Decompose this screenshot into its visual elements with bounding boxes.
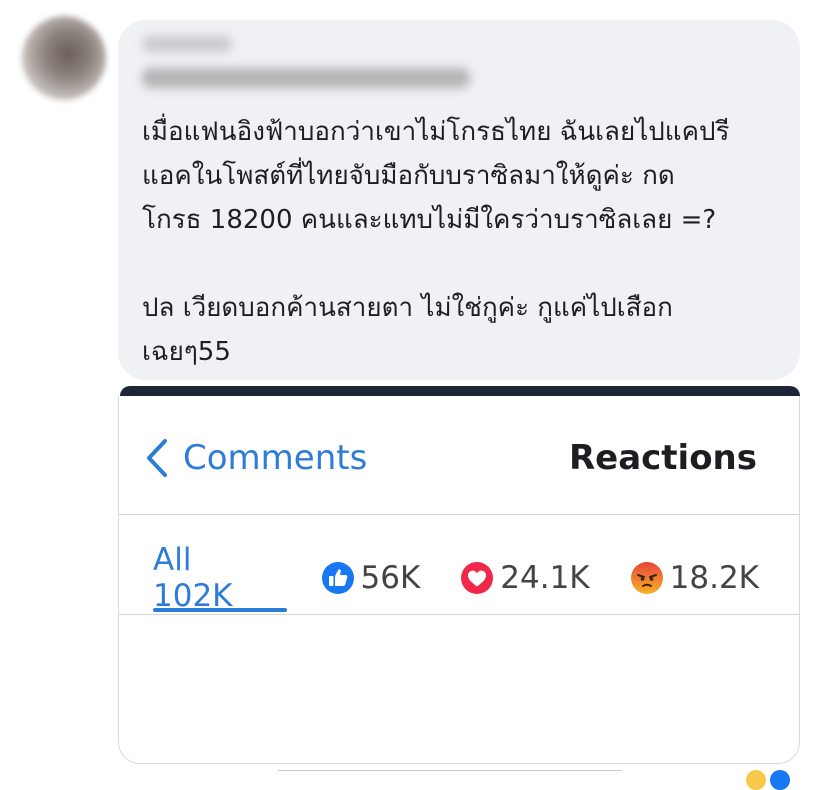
comment-line: ปล เวียดบอกค้านสายตา ไม่ใช่กูค่ะ กูแค่ไป… (142, 293, 673, 323)
tab-like[interactable]: 56K (321, 560, 421, 596)
active-tab-indicator (153, 608, 287, 612)
tab-love[interactable]: 24.1K (460, 560, 590, 596)
like-icon (321, 562, 354, 594)
back-button[interactable]: Comments (145, 436, 367, 480)
divider (119, 614, 799, 615)
back-label: Comments (183, 438, 368, 478)
comment-line: เมื่อแฟนอิงฟ้าบอกว่าเขาไม่โกรธไทย ฉันเลย… (142, 117, 730, 147)
tab-all[interactable]: All 102K (153, 542, 281, 614)
divider (119, 514, 799, 515)
love-icon (461, 562, 494, 594)
page-title: Reactions (568, 438, 757, 478)
tab-all-label: All 102K (153, 542, 233, 614)
tab-love-count: 24.1K (500, 560, 590, 596)
blurred-author-name[interactable] (142, 68, 470, 88)
tab-angry[interactable]: 18.2K (630, 560, 759, 596)
footer-divider (278, 770, 622, 771)
reaction-summary-icon[interactable] (746, 770, 766, 790)
avatar[interactable] (22, 16, 106, 100)
comment-line: เฉยๆ55 (142, 337, 231, 367)
angry-icon (630, 562, 663, 594)
like-summary-icon[interactable] (770, 770, 790, 790)
comment-line: แอคในโพสต์ที่ไทยจับมือกับบราซิลมาให้ดูค่… (142, 161, 675, 191)
blurred-author-meta (142, 36, 232, 52)
comment-line: โกรธ 18200 คนและแทบไม่มีใครว่าบราซิลเลย … (142, 205, 717, 235)
chevron-left-icon (147, 439, 167, 477)
attached-screenshot[interactable]: Comments Reactions All 102K 56K 24.1K 18… (118, 396, 800, 764)
tab-like-count: 56K (360, 560, 421, 596)
tab-angry-count: 18.2K (669, 560, 759, 596)
reaction-tabs: All 102K 56K 24.1K 18.2K (153, 542, 799, 614)
comment-text: เมื่อแฟนอิงฟ้าบอกว่าเขาไม่โกรธไทย ฉันเลย… (142, 110, 792, 374)
